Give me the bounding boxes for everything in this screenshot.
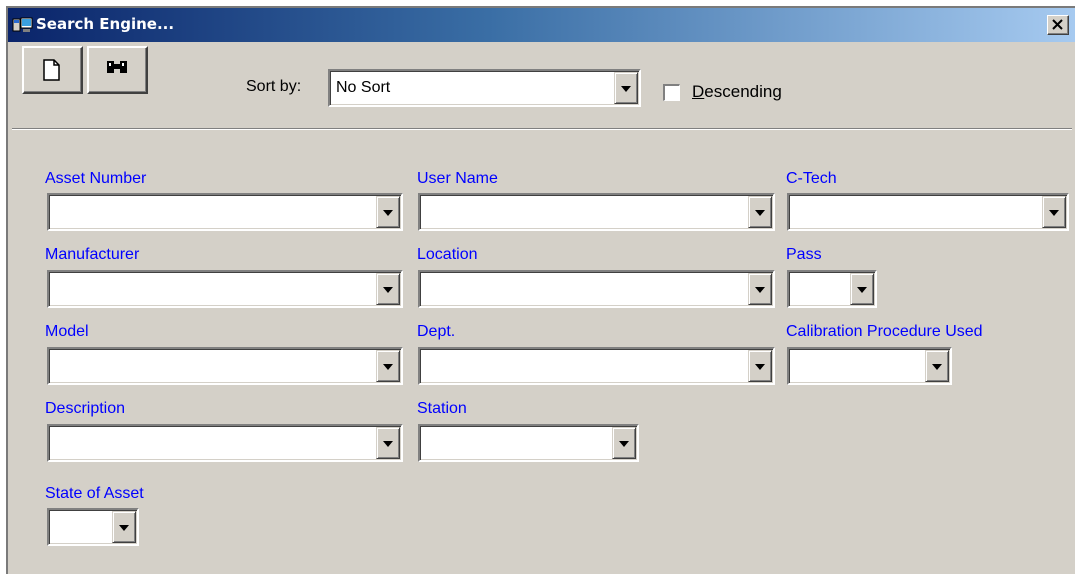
user-name-label: User Name (417, 170, 498, 187)
new-document-icon (43, 59, 60, 81)
c-tech-label: C-Tech (786, 170, 837, 187)
chevron-down-icon (383, 364, 393, 370)
asset-number-label: Asset Number (45, 170, 147, 187)
descending-label-rest: escending (704, 82, 782, 101)
user-name-dropdown-button[interactable] (748, 196, 772, 228)
pass-label: Pass (786, 246, 822, 263)
descending-checkbox[interactable] (663, 84, 680, 101)
dept-dropdown-button[interactable] (748, 350, 772, 382)
pass-dropdown[interactable] (787, 270, 877, 308)
c-tech-dropdown-button[interactable] (1042, 196, 1066, 228)
chevron-down-icon (619, 441, 629, 447)
dept-label: Dept. (417, 323, 456, 340)
user-name-dropdown[interactable] (418, 193, 775, 231)
chevron-down-icon (383, 441, 393, 447)
chevron-down-icon (383, 210, 393, 216)
station-dropdown-button[interactable] (612, 427, 636, 459)
location-dropdown[interactable] (418, 270, 775, 308)
chevron-down-icon (621, 86, 631, 92)
toolbar-separator (12, 128, 1072, 130)
chevron-down-icon (755, 210, 765, 216)
state-of-asset-dropdown-button[interactable] (112, 511, 136, 543)
search-engine-window: Search Engine... Sort by: No Sort Descen… (6, 6, 1075, 574)
pass-dropdown-button[interactable] (850, 273, 874, 305)
close-icon (1052, 19, 1063, 30)
chevron-down-icon (1049, 210, 1059, 216)
search-button[interactable] (87, 46, 148, 94)
sort-by-dropdown-button[interactable] (614, 72, 638, 104)
title-bar[interactable]: Search Engine... (8, 8, 1075, 42)
manufacturer-dropdown-button[interactable] (376, 273, 400, 305)
calibration-procedure-dropdown-button[interactable] (925, 350, 949, 382)
descending-accesskey: D (692, 82, 705, 101)
model-dropdown[interactable] (47, 347, 403, 385)
manufacturer-dropdown[interactable] (47, 270, 403, 308)
state-of-asset-dropdown[interactable] (47, 508, 139, 546)
app-icon (12, 17, 33, 32)
sort-by-value: No Sort (336, 79, 391, 96)
chevron-down-icon (755, 364, 765, 370)
close-button[interactable] (1047, 15, 1069, 35)
location-dropdown-button[interactable] (748, 273, 772, 305)
description-label: Description (45, 400, 126, 417)
calibration-procedure-dropdown[interactable] (787, 347, 952, 385)
chevron-down-icon (932, 364, 942, 370)
description-dropdown[interactable] (47, 424, 403, 462)
chevron-down-icon (383, 287, 393, 293)
state-of-asset-label: State of Asset (45, 485, 144, 502)
dept-dropdown[interactable] (418, 347, 775, 385)
location-label: Location (417, 246, 478, 263)
chevron-down-icon (119, 525, 129, 531)
sort-by-label: Sort by: (246, 78, 302, 95)
station-label: Station (417, 400, 467, 417)
chevron-down-icon (755, 287, 765, 293)
manufacturer-label: Manufacturer (45, 246, 140, 263)
sort-by-dropdown[interactable]: No Sort (328, 69, 641, 107)
asset-number-dropdown[interactable] (47, 193, 403, 231)
window-title: Search Engine... (36, 15, 175, 33)
asset-number-dropdown-button[interactable] (376, 196, 400, 228)
station-dropdown[interactable] (418, 424, 639, 462)
model-label: Model (45, 323, 89, 340)
chevron-down-icon (857, 287, 867, 293)
calibration-procedure-label: Calibration Procedure Used (786, 323, 983, 340)
c-tech-dropdown[interactable] (787, 193, 1069, 231)
descending-label[interactable]: Descending (692, 82, 782, 102)
description-dropdown-button[interactable] (376, 427, 400, 459)
model-dropdown-button[interactable] (376, 350, 400, 382)
binoculars-icon (107, 61, 127, 73)
new-button[interactable] (22, 46, 83, 94)
